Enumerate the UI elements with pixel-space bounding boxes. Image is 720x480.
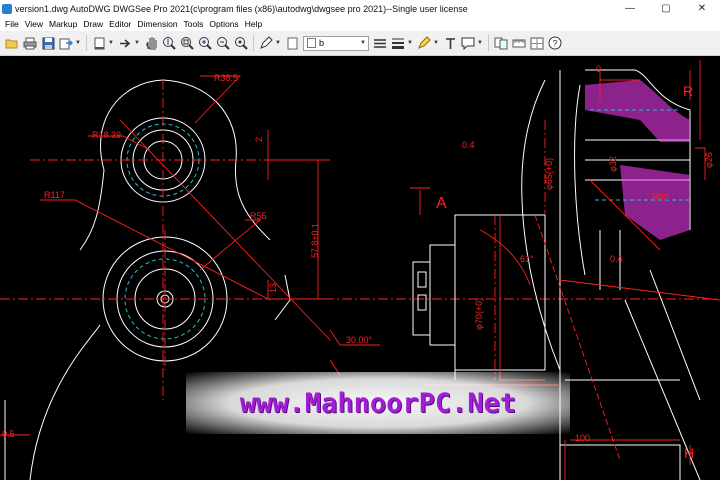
comment-icon[interactable]: [460, 35, 476, 51]
menu-view[interactable]: View: [22, 19, 46, 29]
next-icon[interactable]: [117, 35, 133, 51]
help-icon[interactable]: ?: [547, 35, 563, 51]
toolbar: ▼ ▼ ▼ ▼ b ▼ ▼ ▼ ▼ ?: [0, 31, 720, 56]
next-dropdown-icon[interactable]: ▼: [134, 40, 140, 46]
menu-file[interactable]: File: [2, 19, 22, 29]
menu-editor[interactable]: Editor: [106, 19, 134, 29]
layer-color-swatch: [307, 38, 316, 48]
label-r55: R55: [250, 211, 267, 221]
toolbar-separator: [253, 35, 254, 51]
app-icon: [2, 3, 12, 14]
maximize-button[interactable]: ▢: [648, 0, 684, 17]
layer-select[interactable]: b ▼: [303, 35, 369, 51]
label-phi70: φ70(+0): [474, 298, 484, 330]
close-button[interactable]: ✕: [684, 0, 720, 17]
layer-select-value: b: [319, 38, 325, 48]
export-dropdown-icon[interactable]: ▼: [75, 40, 81, 46]
label-r117: R117: [44, 190, 65, 200]
color-dropdown-icon[interactable]: ▼: [433, 40, 439, 46]
page-dropdown-icon[interactable]: ▼: [108, 40, 114, 46]
color-picker-icon[interactable]: [416, 35, 432, 51]
zoom-realtime-icon[interactable]: [161, 35, 177, 51]
menu-help[interactable]: Help: [242, 19, 265, 29]
open-folder-icon[interactable]: [4, 35, 20, 51]
label-phi26: φ26: [704, 152, 714, 168]
menu-options[interactable]: Options: [206, 19, 241, 29]
label-dim-h: H: [684, 445, 694, 461]
pan-hand-icon[interactable]: [143, 35, 159, 51]
label-dim-0-4a: 0.4: [462, 140, 475, 150]
layer-icon[interactable]: [284, 35, 300, 51]
label-dim-0: 0: [596, 64, 601, 74]
window-controls: — ▢ ✕: [612, 0, 720, 17]
label-dim-0-5: 0.5: [2, 429, 15, 439]
comment-dropdown-icon[interactable]: ▼: [477, 40, 483, 46]
zoom-extents-icon[interactable]: [233, 35, 249, 51]
svg-text:?: ?: [553, 39, 558, 49]
label-section-a: A: [436, 195, 447, 212]
label-dim-57-8: 57.8±0.1: [310, 223, 320, 258]
label-r82: R82: [652, 192, 669, 202]
label-phi32: φ32: [608, 156, 618, 172]
window-title: version1.dwg AutoDWG DWGSee Pro 2021(c\p…: [15, 3, 468, 14]
label-dim-13: 13: [268, 283, 278, 293]
label-phi65: φ65(+0): [544, 158, 554, 190]
pen-icon[interactable]: [258, 35, 274, 51]
save-icon[interactable]: [40, 35, 56, 51]
toolbar-separator: [86, 35, 87, 51]
title-bar: version1.dwg AutoDWG DWGSee Pro 2021(c\p…: [0, 0, 720, 17]
menu-bar: File View Markup Draw Editor Dimension T…: [0, 17, 720, 31]
zoom-out-icon[interactable]: [215, 35, 231, 51]
menu-draw[interactable]: Draw: [80, 19, 106, 29]
label-angle-61: 61°: [520, 254, 534, 264]
toolbar-separator: [488, 35, 489, 51]
label-angle-30: 30.00°: [346, 335, 373, 345]
watermark-text: www.MahnoorPC.Net: [239, 387, 517, 419]
export-icon[interactable]: [58, 35, 74, 51]
compare-icon[interactable]: [493, 35, 509, 51]
measure-icon[interactable]: [511, 35, 527, 51]
label-dim-r: R: [683, 83, 693, 99]
pen-dropdown-icon[interactable]: ▼: [275, 40, 281, 46]
label-dim-0-4b: 0.4: [610, 254, 623, 264]
line-style-icon[interactable]: [390, 35, 406, 51]
menu-tools[interactable]: Tools: [181, 19, 207, 29]
label-r38-5: R38.5: [214, 73, 238, 83]
zoom-in-icon[interactable]: [197, 35, 213, 51]
chevron-down-icon: ▼: [360, 40, 366, 46]
minimize-button[interactable]: —: [612, 0, 648, 17]
label-dim-2: 2: [254, 137, 264, 142]
line-style-dropdown-icon[interactable]: ▼: [407, 40, 413, 46]
print-icon[interactable]: [22, 35, 38, 51]
layer-properties-icon[interactable]: [372, 35, 388, 51]
menu-markup[interactable]: Markup: [46, 19, 80, 29]
label-r18-39: R18.39: [92, 130, 121, 140]
text-icon[interactable]: [442, 35, 458, 51]
menu-dimension[interactable]: Dimension: [134, 19, 180, 29]
page-setup-icon[interactable]: [91, 35, 107, 51]
zoom-window-icon[interactable]: [179, 35, 195, 51]
object-snap-icon[interactable]: [529, 35, 545, 51]
watermark-banner: www.MahnoorPC.Net: [186, 372, 570, 434]
label-dim-100: 100: [575, 433, 590, 443]
